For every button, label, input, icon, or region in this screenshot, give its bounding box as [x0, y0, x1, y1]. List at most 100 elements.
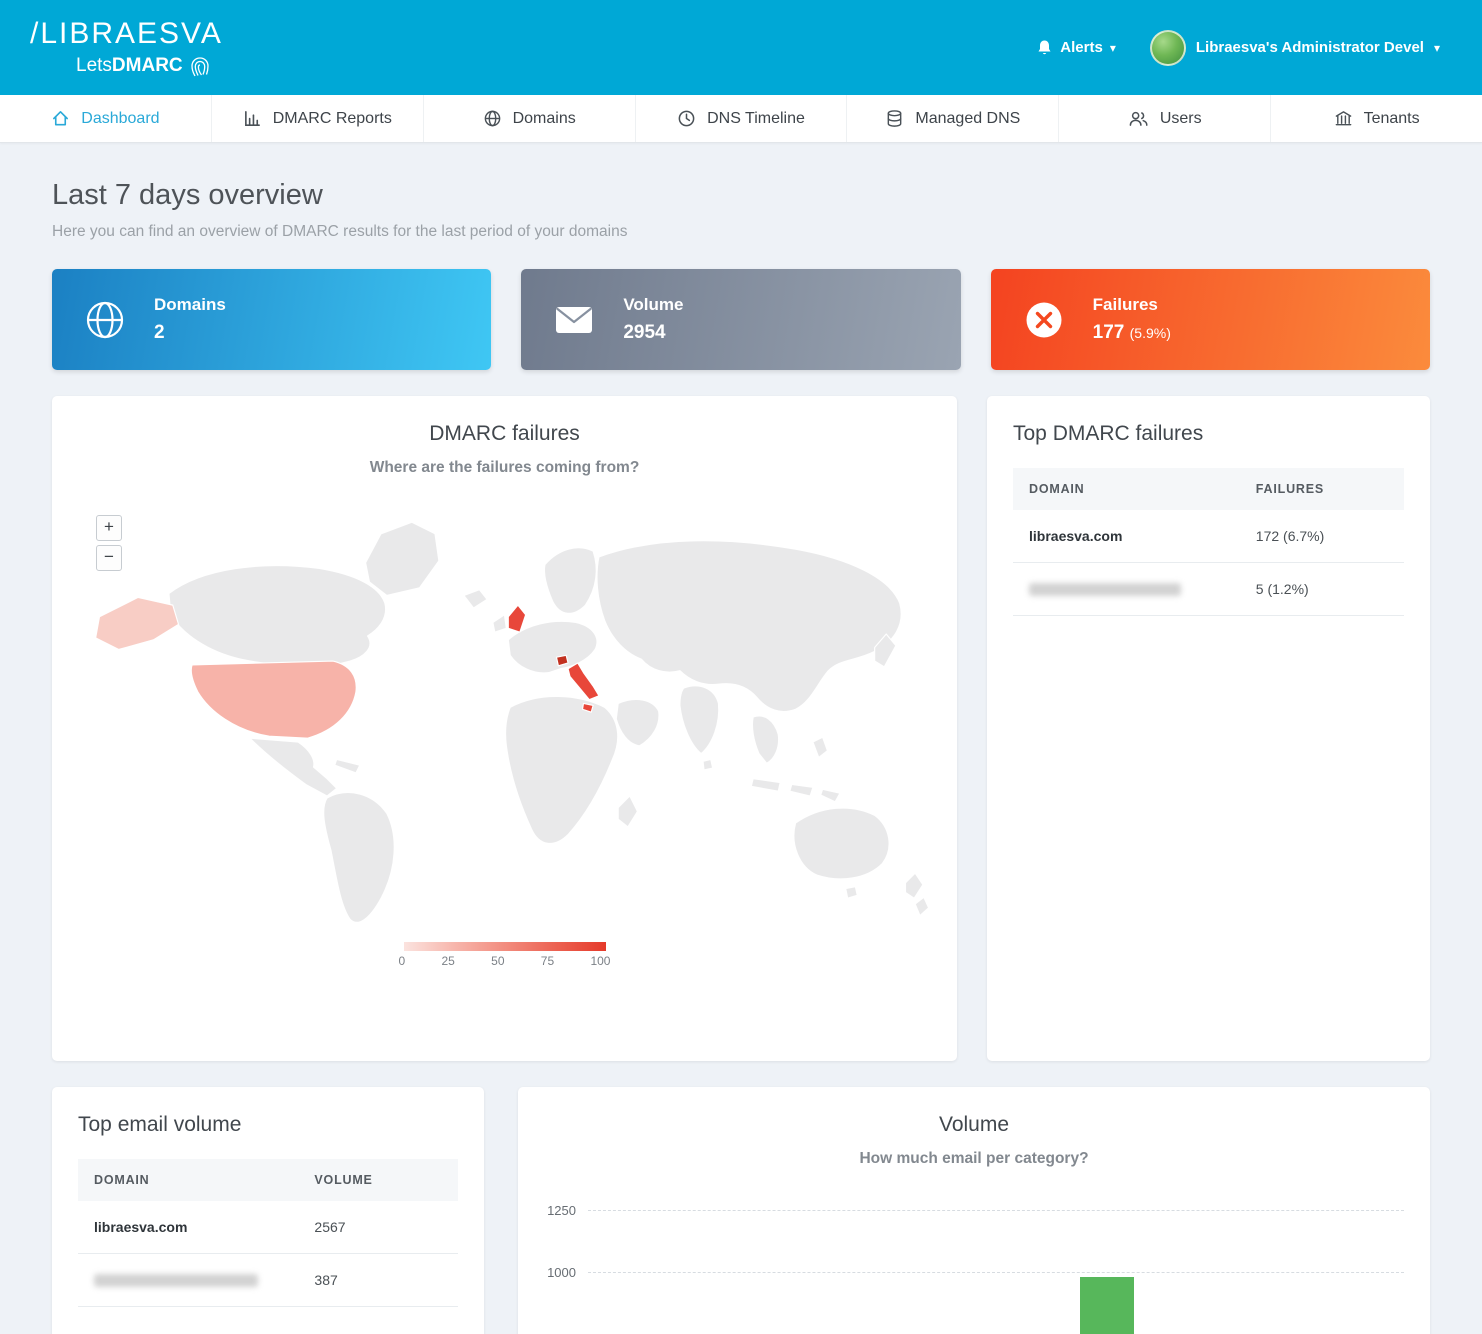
domain-cell-redacted [78, 1254, 298, 1307]
tab-label: Users [1160, 110, 1202, 128]
map-card-title: DMARC failures [76, 422, 933, 446]
user-menu[interactable]: Libraesva's Administrator Devel ▾ [1150, 30, 1440, 66]
libraesva-logo: /LIBRAESVA LetsDMARC [30, 17, 223, 78]
tab-label: Domains [513, 110, 576, 128]
avatar [1150, 30, 1186, 66]
y-axis-tick: 1000 [530, 1265, 576, 1280]
alerts-menu[interactable]: Alerts ▾ [1036, 39, 1116, 57]
fingerprint-icon [189, 54, 211, 78]
home-icon [51, 109, 70, 128]
top-dmarc-failures-card: Top DMARC failures Domain Failures libra… [987, 396, 1430, 1061]
legend-gradient-bar [404, 942, 606, 951]
envelope-icon [551, 297, 597, 343]
tab-label: Tenants [1364, 110, 1420, 128]
tab-dns-timeline[interactable]: DNS Timeline [635, 95, 847, 142]
tab-label: DNS Timeline [707, 110, 805, 128]
main-nav: Dashboard DMARC Reports Domains DNS Time… [0, 95, 1482, 143]
tab-users[interactable]: Users [1058, 95, 1270, 142]
legend-tick: 0 [399, 954, 406, 968]
stat-label: Domains [154, 295, 226, 315]
page-subtitle: Here you can find an overview of DMARC r… [52, 223, 1430, 241]
map-legend: 0 25 50 75 100 [76, 942, 933, 968]
column-header-failures: Failures [1240, 468, 1404, 510]
globe-icon [483, 109, 502, 128]
volume-cell: 387 [298, 1254, 458, 1307]
top-failures-table: Domain Failures libraesva.com 172 (6.7%)… [1013, 468, 1404, 616]
column-header-domain: Domain [78, 1159, 298, 1201]
volume-chart-title: Volume [518, 1113, 1430, 1137]
x-circle-icon [1021, 297, 1067, 343]
table-row[interactable]: 387 [78, 1254, 458, 1307]
stat-failures[interactable]: Failures 177 (5.9%) [991, 269, 1430, 370]
chevron-down-icon: ▾ [1110, 41, 1116, 55]
logo-lets: Lets [76, 55, 112, 76]
zoom-out-button[interactable]: − [96, 545, 122, 571]
volume-chart-card: Volume How much email per category? 1250… [518, 1087, 1430, 1334]
stat-value: 2 [154, 322, 226, 344]
tab-label: Managed DNS [915, 110, 1020, 128]
redacted-text [1029, 583, 1181, 596]
domain-cell: libraesva.com [1013, 510, 1240, 563]
tab-dashboard[interactable]: Dashboard [0, 95, 211, 142]
volume-bar[interactable] [1080, 1277, 1134, 1334]
table-row[interactable]: libraesva.com 2567 [78, 1201, 458, 1254]
app-header: /LIBRAESVA LetsDMARC Alerts ▾ Libraesva'… [0, 0, 1482, 95]
top-email-volume-card: Top email volume Domain Volume libraesva… [52, 1087, 484, 1334]
database-icon [885, 109, 904, 128]
clock-icon [677, 109, 696, 128]
stat-value: 177 (5.9%) [1093, 322, 1171, 344]
top-volume-table: Domain Volume libraesva.com 2567 387 [78, 1159, 458, 1307]
bar-chart-icon [243, 109, 262, 128]
stat-domains[interactable]: Domains 2 [52, 269, 491, 370]
volume-cell: 2567 [298, 1201, 458, 1254]
user-name: Libraesva's Administrator Devel [1196, 39, 1424, 56]
stat-volume[interactable]: Volume 2954 [521, 269, 960, 370]
stat-cards: Domains 2 Volume 2954 Failures 177 (5.9%… [52, 269, 1430, 370]
tab-dmarc-reports[interactable]: DMARC Reports [211, 95, 423, 142]
column-header-volume: Volume [298, 1159, 458, 1201]
building-icon [1334, 109, 1353, 128]
globe-icon [82, 297, 128, 343]
tab-managed-dns[interactable]: Managed DNS [846, 95, 1058, 142]
legend-tick: 75 [541, 954, 554, 968]
tab-label: Dashboard [81, 110, 159, 128]
stat-label: Volume [623, 295, 683, 315]
failures-cell: 5 (1.2%) [1240, 563, 1404, 616]
failures-cell: 172 (6.7%) [1240, 510, 1404, 563]
volume-chart[interactable]: 1250 1000 [518, 1210, 1430, 1334]
zoom-in-button[interactable]: + [96, 515, 122, 541]
top-volume-title: Top email volume [78, 1113, 458, 1137]
stat-label: Failures [1093, 295, 1171, 315]
tab-tenants[interactable]: Tenants [1270, 95, 1482, 142]
dmarc-failures-map-card: DMARC failures Where are the failures co… [52, 396, 957, 1061]
world-map: + − [76, 501, 933, 968]
map-region-usa [191, 661, 356, 738]
stat-value: 2954 [623, 322, 683, 344]
world-map-svg[interactable] [76, 501, 929, 931]
top-failures-title: Top DMARC failures [1013, 422, 1404, 446]
stat-percent: (5.9%) [1130, 325, 1171, 341]
volume-chart-subtitle: How much email per category? [518, 1150, 1430, 1168]
tab-label: DMARC Reports [273, 110, 392, 128]
legend-tick: 100 [590, 954, 610, 968]
tab-domains[interactable]: Domains [423, 95, 635, 142]
table-row[interactable]: libraesva.com 172 (6.7%) [1013, 510, 1404, 563]
chevron-down-icon: ▾ [1434, 41, 1440, 55]
table-row[interactable]: 5 (1.2%) [1013, 563, 1404, 616]
legend-tick: 25 [441, 954, 454, 968]
redacted-text [94, 1274, 258, 1287]
column-header-domain: Domain [1013, 468, 1240, 510]
map-region-alaska [96, 597, 179, 649]
domain-cell: libraesva.com [78, 1201, 298, 1254]
map-card-subtitle: Where are the failures coming from? [76, 459, 933, 477]
map-region-italy [568, 663, 599, 700]
page-title: Last 7 days overview [52, 179, 1430, 212]
map-region-uk [508, 605, 525, 632]
legend-tick: 50 [491, 954, 504, 968]
domain-cell-redacted [1013, 563, 1240, 616]
logo-dmarc: DMARC [112, 55, 183, 76]
y-axis-tick: 1250 [530, 1203, 576, 1218]
bell-icon [1036, 39, 1053, 57]
gridline-1000: 1000 [588, 1272, 1404, 1273]
alerts-label: Alerts [1060, 39, 1103, 56]
